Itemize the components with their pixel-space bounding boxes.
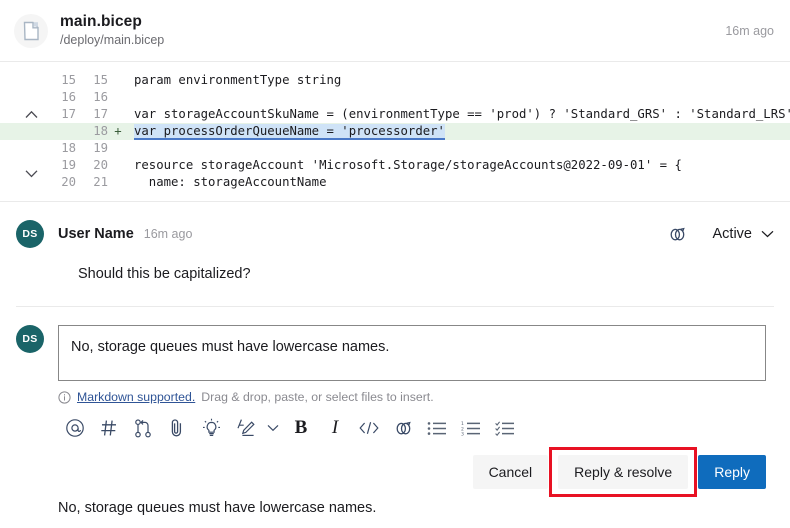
diff-code: var processOrderQueueName = 'processorde… — [128, 123, 790, 140]
diff-row: 16 16 — [0, 89, 790, 106]
diff-gutter — [0, 157, 44, 208]
pull-request-icon[interactable] — [126, 413, 160, 443]
link-icon[interactable] — [668, 227, 687, 242]
reply-resolve-wrapper: Reply & resolve — [549, 447, 698, 497]
file-path: /deploy/main.bicep — [60, 33, 165, 47]
diff-gutter — [0, 72, 44, 123]
diff-viewer: 15 15 param environmentType string 16 16… — [0, 62, 790, 202]
hint-text: Drag & drop, paste, or select files to i… — [201, 390, 434, 404]
header-timestamp: 16m ago — [725, 23, 774, 38]
file-meta: main.bicep /deploy/main.bicep — [60, 12, 725, 49]
editor-hint: Markdown supported. Drag & drop, paste, … — [58, 390, 766, 404]
code-icon[interactable] — [352, 413, 386, 443]
line-number-old: 17 — [61, 107, 76, 121]
svg-text:3: 3 — [461, 431, 464, 436]
diff-row: 19 20 resource storageAccount 'Microsoft… — [0, 157, 790, 178]
reply-editor: DS No, storage queues must have lowercas… — [0, 307, 790, 443]
bulleted-list-icon[interactable] — [420, 413, 454, 443]
mention-icon[interactable] — [58, 413, 92, 443]
numbered-list-icon[interactable]: 1 2 3 — [454, 413, 488, 443]
line-number-new: 21 — [93, 175, 108, 189]
line-number-new: 20 — [93, 158, 108, 172]
reply-editor-body: No, storage queues must have lowercase n… — [58, 325, 766, 443]
reply-button[interactable]: Reply — [698, 455, 766, 489]
svg-text:1: 1 — [461, 421, 464, 427]
diff-code: var storageAccountSkuName = (environment… — [134, 107, 790, 121]
reply-actions: Cancel Reply & resolve Reply — [0, 443, 790, 497]
line-number-new: 17 — [93, 107, 108, 121]
bottom-preview-text: No, storage queues must have lowercase n… — [58, 500, 377, 516]
svg-text:2: 2 — [461, 426, 464, 432]
chevron-up-icon[interactable] — [22, 106, 40, 123]
suggestion-icon[interactable] — [194, 413, 228, 443]
line-number-old: 19 — [61, 158, 76, 172]
comment-thread: DS User Name 16m ago Active Should this … — [0, 202, 790, 307]
task-list-icon[interactable] — [488, 413, 522, 443]
markdown-supported-link[interactable]: Markdown supported. — [77, 390, 195, 404]
line-number-new: 16 — [93, 90, 108, 104]
line-number-old: 20 — [61, 175, 76, 189]
reply-input[interactable]: No, storage queues must have lowercase n… — [58, 325, 766, 381]
file-name: main.bicep — [60, 13, 142, 30]
selected-code-text[interactable]: var processOrderQueueName = 'processorde… — [134, 124, 445, 140]
italic-icon[interactable]: I — [318, 413, 352, 443]
attach-icon[interactable] — [160, 413, 194, 443]
work-item-icon[interactable] — [92, 413, 126, 443]
comment-timestamp: 16m ago — [143, 227, 193, 241]
avatar: DS — [16, 325, 44, 353]
file-icon — [14, 13, 48, 48]
line-number-old: 15 — [61, 73, 76, 87]
diff-row: 17 17 var storageAccountSkuName = (envir… — [0, 106, 790, 123]
comment-body: Should this be capitalized? — [78, 266, 251, 282]
diff-code: name: storageAccountName — [134, 175, 327, 189]
diff-row: 18 19 — [0, 140, 790, 157]
line-number-old: 18 — [61, 141, 76, 155]
diff-row-added: 18 + var processOrderQueueName = 'proces… — [0, 123, 790, 140]
diff-code: param environmentType string — [134, 73, 342, 87]
diff-row: 20 21 name: storageAccountName — [0, 174, 790, 191]
reply-and-resolve-button[interactable]: Reply & resolve — [558, 455, 689, 489]
status-dropdown[interactable]: Active — [713, 225, 775, 243]
formatting-toolbar: B I 1 2 3 — [58, 413, 766, 443]
highlight-pen-icon[interactable] — [228, 413, 262, 443]
line-number-new: 18 — [93, 124, 108, 138]
line-number-new: 15 — [93, 73, 108, 87]
chevron-down-icon[interactable] — [262, 413, 284, 443]
comment-header: DS User Name 16m ago Active — [16, 220, 774, 248]
file-header: main.bicep /deploy/main.bicep 16m ago — [0, 0, 790, 62]
diff-row: 15 15 param environmentType string — [0, 72, 790, 118]
line-number-new: 19 — [93, 141, 108, 155]
comment-author: User Name — [58, 226, 134, 242]
diff-code: resource storageAccount 'Microsoft.Stora… — [134, 158, 682, 172]
chevron-down-icon — [761, 225, 774, 243]
status-label: Active — [712, 226, 753, 242]
chevron-down-icon[interactable] — [22, 165, 40, 182]
diff-sign: + — [114, 124, 122, 138]
line-number-old: 16 — [61, 90, 76, 104]
bold-icon[interactable]: B — [284, 413, 318, 443]
cancel-button[interactable]: Cancel — [472, 455, 549, 489]
info-icon — [58, 390, 71, 404]
avatar: DS — [16, 220, 44, 248]
link-icon[interactable] — [386, 413, 420, 443]
